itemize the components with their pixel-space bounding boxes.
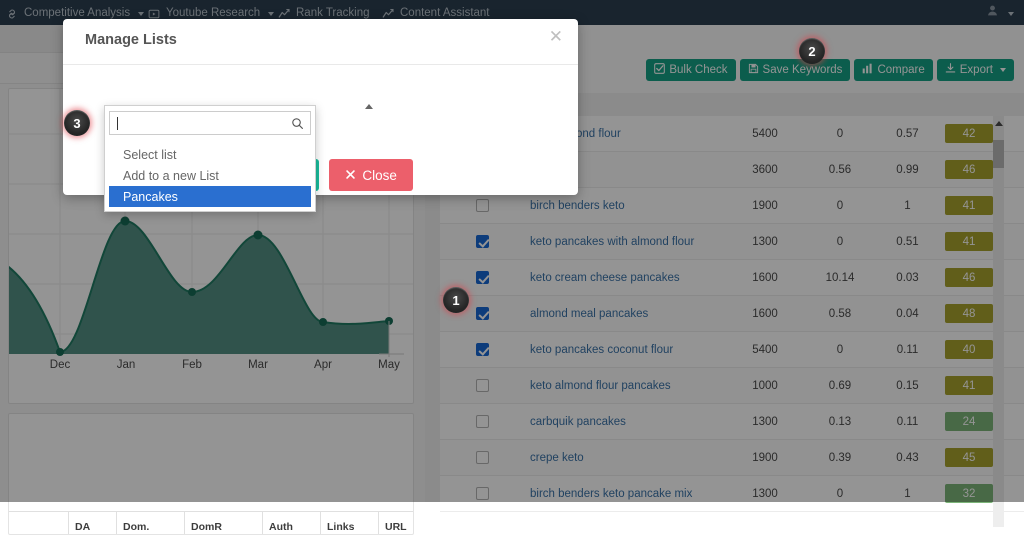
bt-col-spacer [9, 512, 69, 534]
annotation-marker-1: 1 [443, 287, 469, 313]
bt-col-domr[interactable]: DomR [185, 512, 263, 534]
bt-col-da[interactable]: DA [69, 512, 117, 534]
list-dropdown-options: Select list Add to a new List Pancakes [109, 144, 311, 207]
bt-col-links[interactable]: Links [321, 512, 379, 534]
dropdown-option[interactable]: Add to a new List [109, 165, 311, 186]
annotation-marker-3: 3 [64, 110, 90, 136]
dropdown-option[interactable]: Select list [109, 144, 311, 165]
backlinks-table-header: DA Dom. DomR Auth Links URL [9, 511, 413, 534]
bt-col-url[interactable]: URL [379, 512, 413, 534]
list-dropdown: Select list Add to a new List Pancakes [104, 105, 316, 212]
x-icon [345, 168, 356, 183]
dropdown-option[interactable]: Pancakes [109, 186, 311, 207]
bt-col-auth[interactable]: Auth [263, 512, 321, 534]
annotation-marker-2: 2 [799, 38, 825, 64]
modal-header: Manage Lists ✕ [63, 19, 578, 65]
close-modal-button[interactable]: Close [329, 159, 413, 191]
text-cursor [117, 116, 118, 130]
close-modal-label: Close [362, 167, 397, 183]
bt-col-dom[interactable]: Dom. [117, 512, 185, 534]
modal-title: Manage Lists [85, 32, 177, 48]
search-icon [291, 117, 304, 135]
chevron-up-icon[interactable] [365, 104, 373, 109]
list-search-input[interactable] [109, 111, 311, 135]
close-icon[interactable]: ✕ [549, 28, 563, 45]
